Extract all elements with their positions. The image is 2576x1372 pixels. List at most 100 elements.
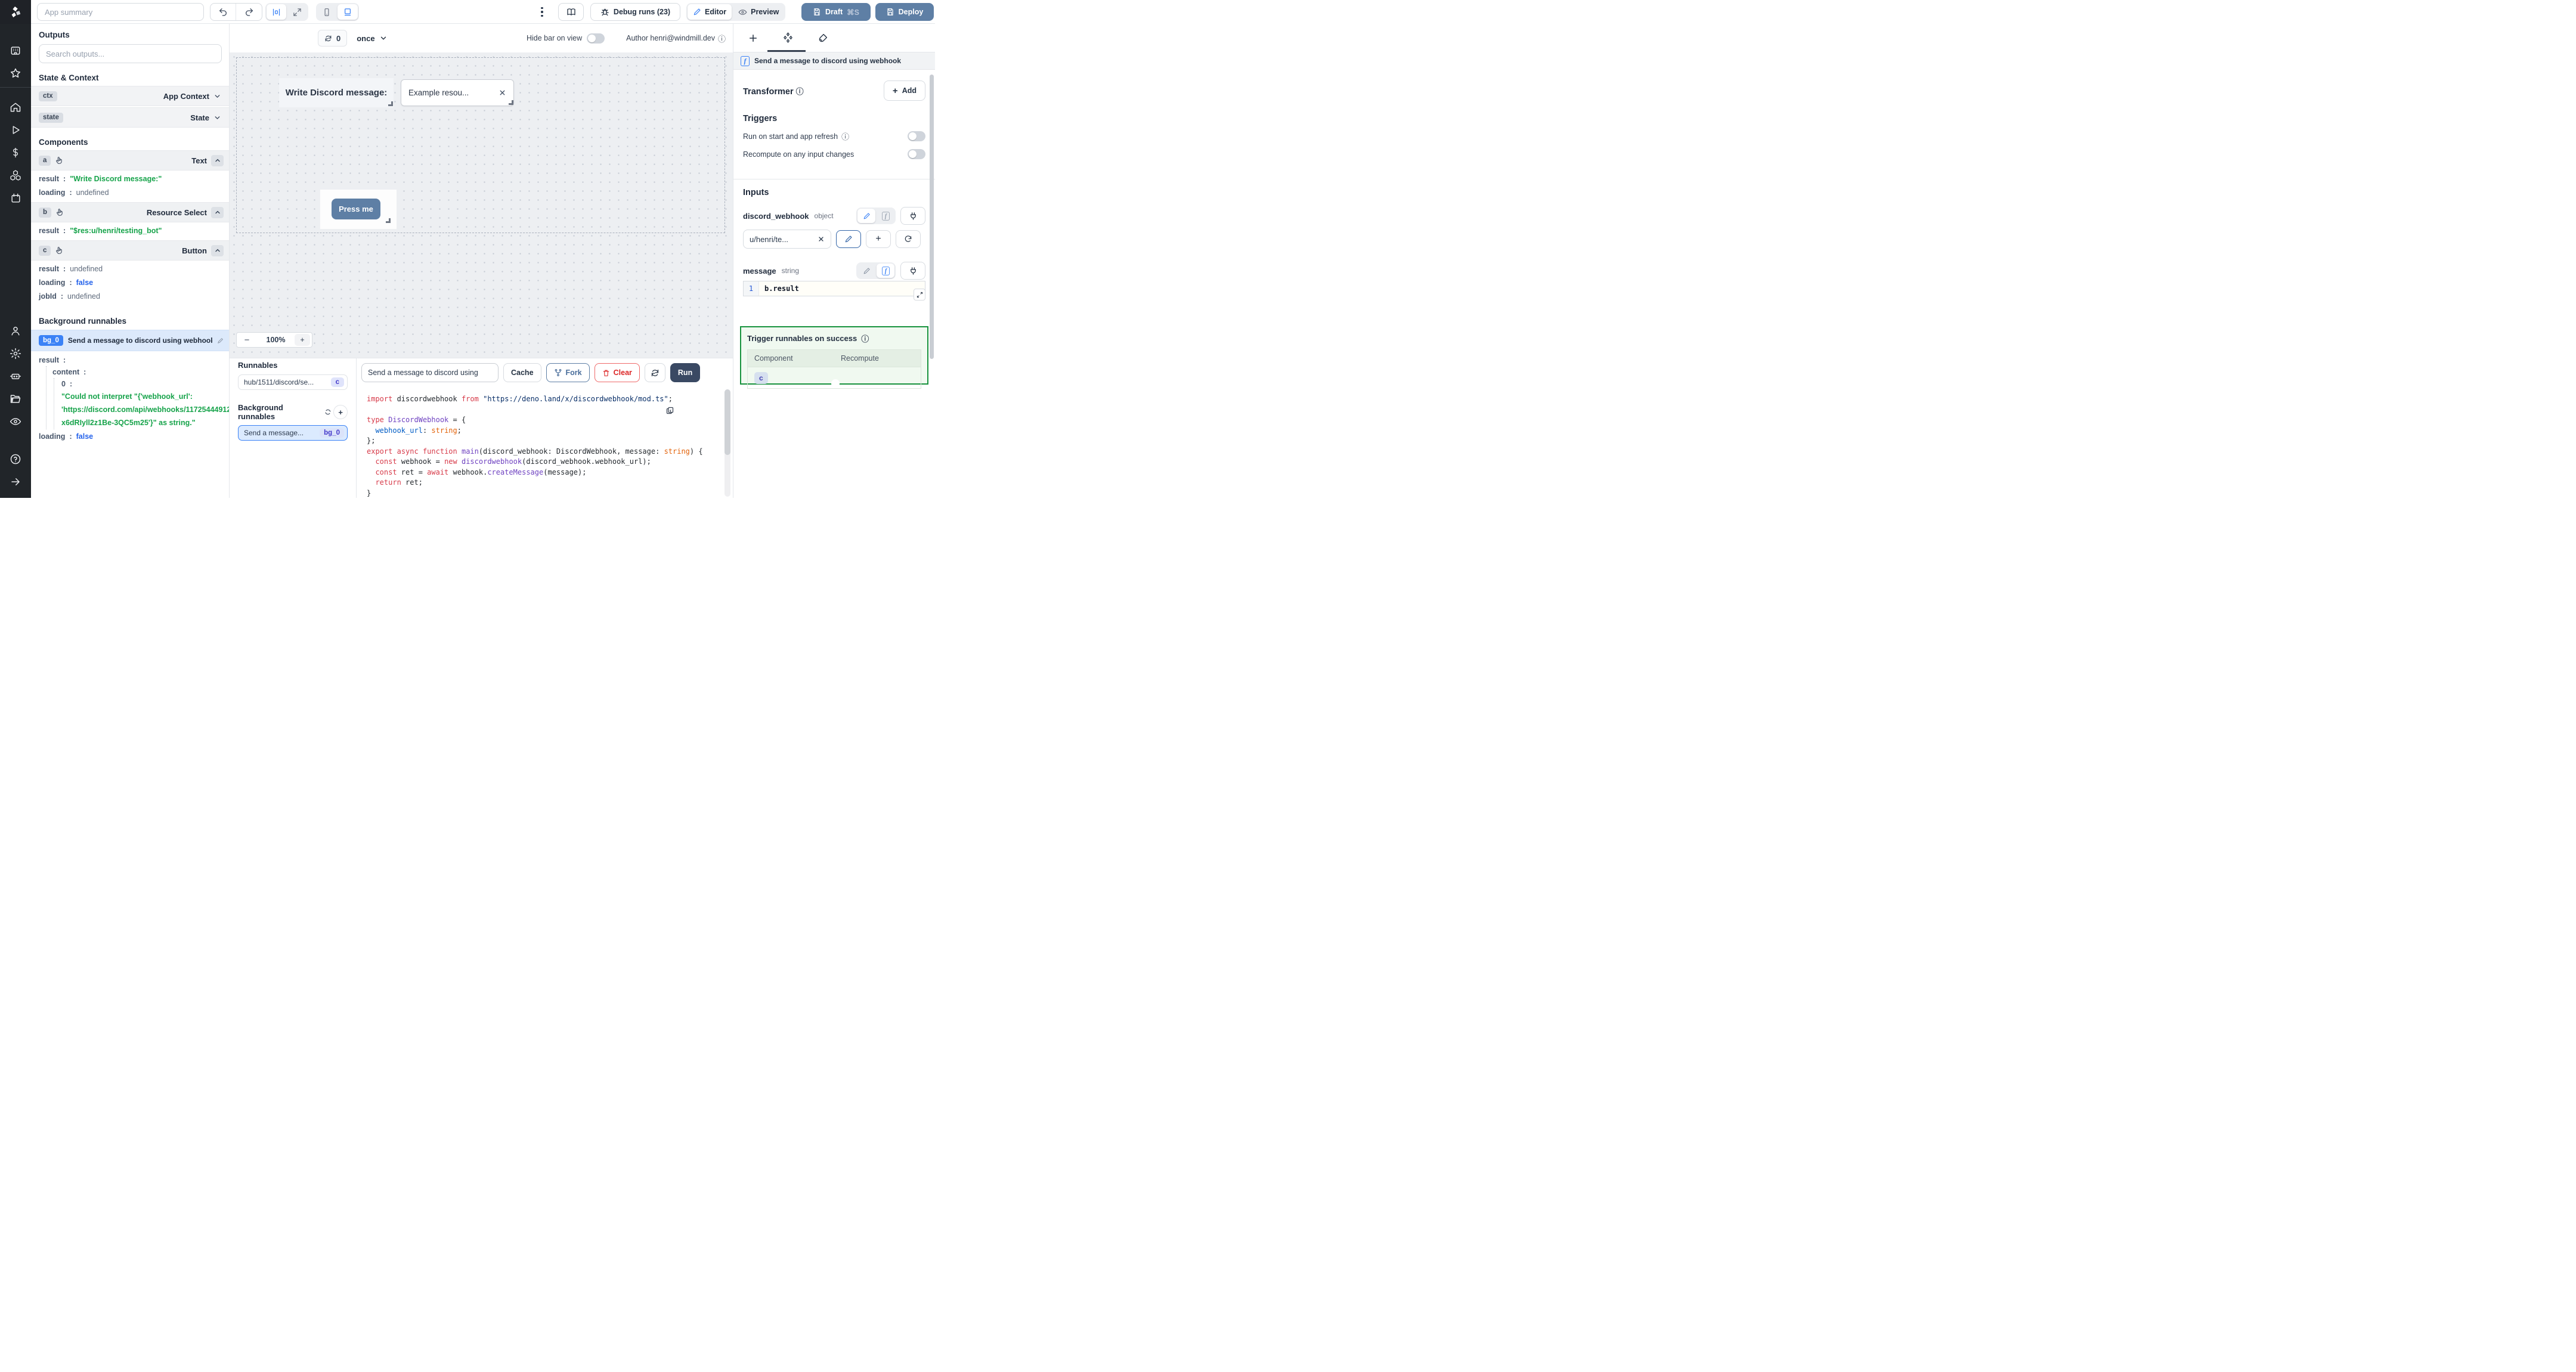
text-component[interactable]: Write Discord message:: [279, 78, 394, 107]
selected-runnable-header[interactable]: f Send a message to discord using webhoo…: [733, 52, 935, 70]
settings-icon[interactable]: [0, 342, 31, 365]
tab-preview[interactable]: Preview: [733, 4, 784, 20]
trigger-runnables-on-success-box: Trigger runnables on success ⓘ Component …: [740, 326, 928, 389]
edit-resource-button[interactable]: [836, 230, 861, 248]
active-tab-underline: [767, 50, 806, 52]
runnable-item[interactable]: hub/1511/discord/se... c: [238, 374, 348, 390]
collapse-component-c[interactable]: [211, 244, 224, 256]
connect-plug-button[interactable]: [900, 207, 925, 225]
windmill-logo[interactable]: [0, 0, 31, 24]
bg-runnable-row[interactable]: bg_0 Send a message to discord using web…: [31, 330, 229, 351]
save-icon: [887, 8, 893, 16]
zoom-in-button[interactable]: +: [295, 334, 310, 346]
account-icon[interactable]: [0, 320, 31, 342]
bg-runnable-item-selected[interactable]: Send a message... bg_0: [238, 425, 348, 441]
fork-icon: [555, 369, 561, 376]
success-box-title: Trigger runnables on success ⓘ: [747, 334, 869, 343]
expression-editor[interactable]: 1 b.result: [743, 281, 925, 301]
more-options-icon[interactable]: [537, 3, 547, 21]
code-scrollbar[interactable]: [724, 389, 730, 497]
styling-tab-icon[interactable]: [818, 33, 828, 44]
resize-handle[interactable]: [509, 100, 513, 105]
static-mode-pencil-icon[interactable]: [857, 264, 875, 278]
component-id-badge: c: [39, 245, 51, 256]
input-mode-toggle: f: [856, 262, 896, 279]
favorites-icon[interactable]: [0, 62, 31, 85]
docs-button[interactable]: [558, 3, 584, 21]
mobile-view-toggle[interactable]: [317, 4, 336, 20]
component-header-b[interactable]: b Resource Select: [31, 202, 229, 222]
copy-code-icon[interactable]: [665, 406, 674, 415]
settings-tab-icon[interactable]: [782, 32, 794, 44]
panel-scrollbar[interactable]: [930, 75, 934, 359]
hide-bar-toggle[interactable]: [587, 33, 605, 44]
insert-tab-icon[interactable]: [748, 33, 758, 44]
component-c-badge: c: [754, 372, 768, 384]
collapse-component-a[interactable]: [211, 154, 224, 166]
expand-sidebar-icon[interactable]: [0, 470, 31, 493]
press-me-button[interactable]: Press me: [332, 199, 380, 219]
script-name-input[interactable]: [361, 363, 499, 382]
search-outputs-input[interactable]: [39, 44, 222, 63]
resources-icon[interactable]: [0, 164, 31, 187]
refresh-icon: [651, 369, 659, 376]
clear-button[interactable]: Clear: [594, 363, 640, 382]
clear-select-icon[interactable]: [499, 89, 506, 97]
add-transformer-button[interactable]: + Add: [883, 80, 925, 101]
book-icon: [566, 8, 575, 16]
runs-icon[interactable]: [0, 119, 31, 141]
connect-plug-button[interactable]: [900, 262, 925, 280]
center-layout-toggle[interactable]: [267, 4, 286, 20]
code-editor[interactable]: import discordwebhook from "https://deno…: [357, 387, 720, 498]
edit-pencil-icon[interactable]: [217, 337, 224, 344]
fullscreen-layout-toggle[interactable]: [287, 4, 307, 20]
state-row[interactable]: state State: [31, 107, 229, 128]
draft-button[interactable]: Draft ⌘S: [801, 3, 871, 21]
run-button[interactable]: Run: [670, 363, 701, 382]
refresh-resource-button[interactable]: [896, 230, 921, 248]
help-icon[interactable]: [0, 448, 31, 470]
redo-button[interactable]: [236, 4, 262, 20]
workers-icon[interactable]: [0, 365, 31, 388]
refresh-count-button[interactable]: 0: [318, 30, 348, 47]
component-header-c[interactable]: c Button: [31, 240, 229, 261]
variables-icon[interactable]: [0, 141, 31, 164]
add-bg-runnable-button[interactable]: +: [333, 405, 348, 419]
resource-value-input[interactable]: u/henri/te...: [743, 230, 831, 249]
recompute-toggle[interactable]: [908, 149, 925, 159]
home-icon[interactable]: [0, 96, 31, 119]
audit-logs-icon[interactable]: [0, 410, 31, 433]
component-header-a[interactable]: a Text: [31, 150, 229, 171]
ctx-row[interactable]: ctx App Context: [31, 86, 229, 106]
resize-handle[interactable]: [386, 218, 391, 223]
fork-button[interactable]: Fork: [546, 363, 590, 382]
frequency-select[interactable]: once: [357, 34, 387, 43]
run-on-start-toggle[interactable]: [908, 131, 925, 141]
reload-button[interactable]: [644, 363, 665, 382]
app-canvas[interactable]: Write Discord message: Example resou... …: [230, 52, 733, 358]
zoom-out-button[interactable]: −: [237, 335, 257, 345]
bg0-badge: bg_0: [39, 335, 63, 346]
debug-runs-button[interactable]: Debug runs (23): [590, 3, 680, 21]
expand-editor-icon[interactable]: [914, 289, 925, 301]
expr-mode-icon[interactable]: f: [877, 264, 894, 278]
app-summary-input[interactable]: [37, 3, 204, 21]
resource-select-component[interactable]: Example resou...: [401, 79, 514, 106]
add-resource-button[interactable]: +: [866, 230, 891, 248]
folders-icon[interactable]: [0, 388, 31, 410]
button-component[interactable]: Press me: [320, 190, 397, 229]
tab-editor[interactable]: Editor: [688, 4, 732, 20]
expr-mode-icon[interactable]: f: [877, 209, 894, 223]
deploy-button[interactable]: Deploy: [875, 3, 934, 21]
workspace-icon[interactable]: [0, 39, 31, 62]
pencil-icon: [693, 8, 701, 16]
clear-resource-icon[interactable]: [818, 236, 825, 243]
components-title: Components: [39, 138, 88, 147]
collapse-component-b[interactable]: [211, 206, 224, 218]
resize-handle[interactable]: [388, 101, 393, 106]
static-mode-pencil-icon[interactable]: [857, 209, 875, 223]
schedules-icon[interactable]: [0, 187, 31, 209]
undo-button[interactable]: [210, 4, 236, 20]
cache-button[interactable]: Cache: [503, 363, 541, 382]
desktop-view-toggle[interactable]: [338, 4, 358, 20]
